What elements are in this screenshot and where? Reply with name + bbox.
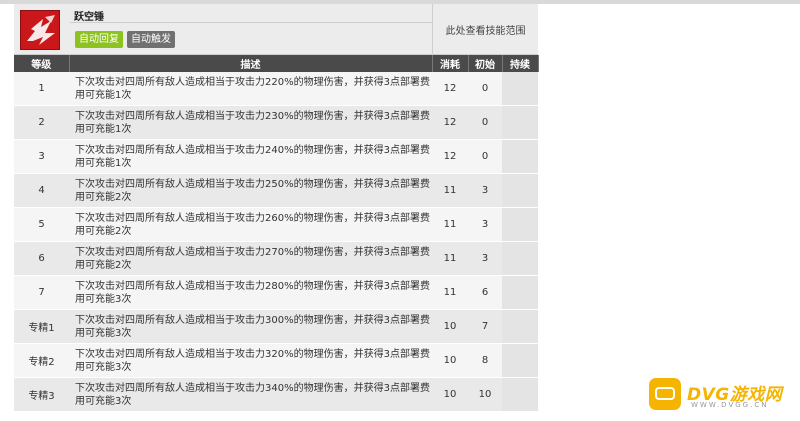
skill-name: 跃空锤 xyxy=(74,12,104,23)
level-cell: 专精1 xyxy=(14,309,69,344)
level-cell: 4 xyxy=(14,173,69,208)
level-cell: 6 xyxy=(14,241,69,276)
description-cell: 下次攻击对四周所有敌人造成相当于攻击力300%的物理伤害，并获得3点部署费用可充… xyxy=(69,309,432,344)
description-cell: 下次攻击对四周所有敌人造成相当于攻击力260%的物理伤害，并获得3点部署费用可充… xyxy=(69,207,432,242)
cost-cell: 11 xyxy=(432,173,468,208)
level-cell: 1 xyxy=(14,72,69,106)
tag-auto-recovery: 自动回复 xyxy=(75,31,123,48)
skill-header: 跃空锤 自动回复 自动触发 此处查看技能范围 xyxy=(14,4,538,55)
divider xyxy=(70,22,432,23)
header-description: 描述 xyxy=(69,55,433,72)
watermark-url: WWW.DVGG.CN xyxy=(691,401,769,409)
header-level: 等级 xyxy=(14,55,70,72)
level-cell: 专精3 xyxy=(14,377,69,412)
cost-cell: 12 xyxy=(432,105,468,140)
cost-cell: 11 xyxy=(432,241,468,276)
initial-cell: 0 xyxy=(468,139,502,174)
level-cell: 3 xyxy=(14,139,69,174)
tag-auto-trigger: 自动触发 xyxy=(127,31,175,48)
description-cell: 下次攻击对四周所有敌人造成相当于攻击力220%的物理伤害，并获得3点部署费用可充… xyxy=(69,72,432,106)
description-cell: 下次攻击对四周所有敌人造成相当于攻击力270%的物理伤害，并获得3点部署费用可充… xyxy=(69,241,432,276)
table-row: 专精2 下次攻击对四周所有敌人造成相当于攻击力320%的物理伤害，并获得3点部署… xyxy=(14,343,538,378)
header-duration: 持续 xyxy=(502,55,539,72)
cost-cell: 10 xyxy=(432,309,468,344)
initial-cell: 0 xyxy=(468,72,502,106)
initial-cell: 6 xyxy=(468,275,502,310)
duration-cell xyxy=(502,173,538,208)
cost-cell: 11 xyxy=(432,207,468,242)
initial-cell: 10 xyxy=(468,377,502,412)
description-cell: 下次攻击对四周所有敌人造成相当于攻击力250%的物理伤害，并获得3点部署费用可充… xyxy=(69,173,432,208)
description-cell: 下次攻击对四周所有敌人造成相当于攻击力240%的物理伤害，并获得3点部署费用可充… xyxy=(69,139,432,174)
skill-range-link[interactable]: 此处查看技能范围 xyxy=(432,4,538,54)
red-hammer-skill-icon xyxy=(20,10,60,50)
table-row: 6 下次攻击对四周所有敌人造成相当于攻击力270%的物理伤害，并获得3点部署费用… xyxy=(14,241,538,276)
level-cell: 2 xyxy=(14,105,69,140)
initial-cell: 0 xyxy=(468,105,502,140)
table-row: 5 下次攻击对四周所有敌人造成相当于攻击力260%的物理伤害，并获得3点部署费用… xyxy=(14,207,538,242)
table-row: 专精3 下次攻击对四周所有敌人造成相当于攻击力340%的物理伤害，并获得3点部署… xyxy=(14,377,538,412)
duration-cell xyxy=(502,72,538,106)
header-initial: 初始 xyxy=(468,55,503,72)
table-row: 3 下次攻击对四周所有敌人造成相当于攻击力240%的物理伤害，并获得3点部署费用… xyxy=(14,139,538,174)
cost-cell: 11 xyxy=(432,275,468,310)
cost-cell: 10 xyxy=(432,377,468,412)
table-header-row: 等级 描述 消耗 初始 持续 xyxy=(14,55,539,72)
initial-cell: 7 xyxy=(468,309,502,344)
cost-cell: 10 xyxy=(432,343,468,378)
initial-cell: 3 xyxy=(468,207,502,242)
table-row: 2 下次攻击对四周所有敌人造成相当于攻击力230%的物理伤害，并获得3点部署费用… xyxy=(14,105,538,140)
level-cell: 5 xyxy=(14,207,69,242)
duration-cell xyxy=(502,377,538,412)
site-watermark: DVG游戏网 WWW.DVGG.CN xyxy=(649,378,794,412)
cost-cell: 12 xyxy=(432,72,468,106)
table-row: 7 下次攻击对四周所有敌人造成相当于攻击力280%的物理伤害，并获得3点部署费用… xyxy=(14,275,538,310)
gamepad-logo-icon xyxy=(649,378,681,410)
description-cell: 下次攻击对四周所有敌人造成相当于攻击力230%的物理伤害，并获得3点部署费用可充… xyxy=(69,105,432,140)
duration-cell xyxy=(502,343,538,378)
duration-cell xyxy=(502,139,538,174)
skill-panel: 跃空锤 自动回复 自动触发 此处查看技能范围 等级 描述 消耗 初始 持续 1 … xyxy=(14,4,539,412)
initial-cell: 8 xyxy=(468,343,502,378)
duration-cell xyxy=(502,309,538,344)
cost-cell: 12 xyxy=(432,139,468,174)
table-row: 1 下次攻击对四周所有敌人造成相当于攻击力220%的物理伤害，并获得3点部署费用… xyxy=(14,72,538,106)
description-cell: 下次攻击对四周所有敌人造成相当于攻击力320%的物理伤害，并获得3点部署费用可充… xyxy=(69,343,432,378)
description-cell: 下次攻击对四周所有敌人造成相当于攻击力280%的物理伤害，并获得3点部署费用可充… xyxy=(69,275,432,310)
gamepad-icon xyxy=(655,387,675,400)
duration-cell xyxy=(502,207,538,242)
duration-cell xyxy=(502,275,538,310)
header-cost: 消耗 xyxy=(432,55,469,72)
initial-cell: 3 xyxy=(468,241,502,276)
description-cell: 下次攻击对四周所有敌人造成相当于攻击力340%的物理伤害，并获得3点部署费用可充… xyxy=(69,377,432,412)
level-cell: 7 xyxy=(14,275,69,310)
duration-cell xyxy=(502,241,538,276)
table-row: 专精1 下次攻击对四周所有敌人造成相当于攻击力300%的物理伤害，并获得3点部署… xyxy=(14,309,538,344)
duration-cell xyxy=(502,105,538,140)
table-row: 4 下次攻击对四周所有敌人造成相当于攻击力250%的物理伤害，并获得3点部署费用… xyxy=(14,173,538,208)
level-cell: 专精2 xyxy=(14,343,69,378)
skill-level-table: 等级 描述 消耗 初始 持续 1 下次攻击对四周所有敌人造成相当于攻击力220%… xyxy=(14,55,539,412)
initial-cell: 3 xyxy=(468,173,502,208)
